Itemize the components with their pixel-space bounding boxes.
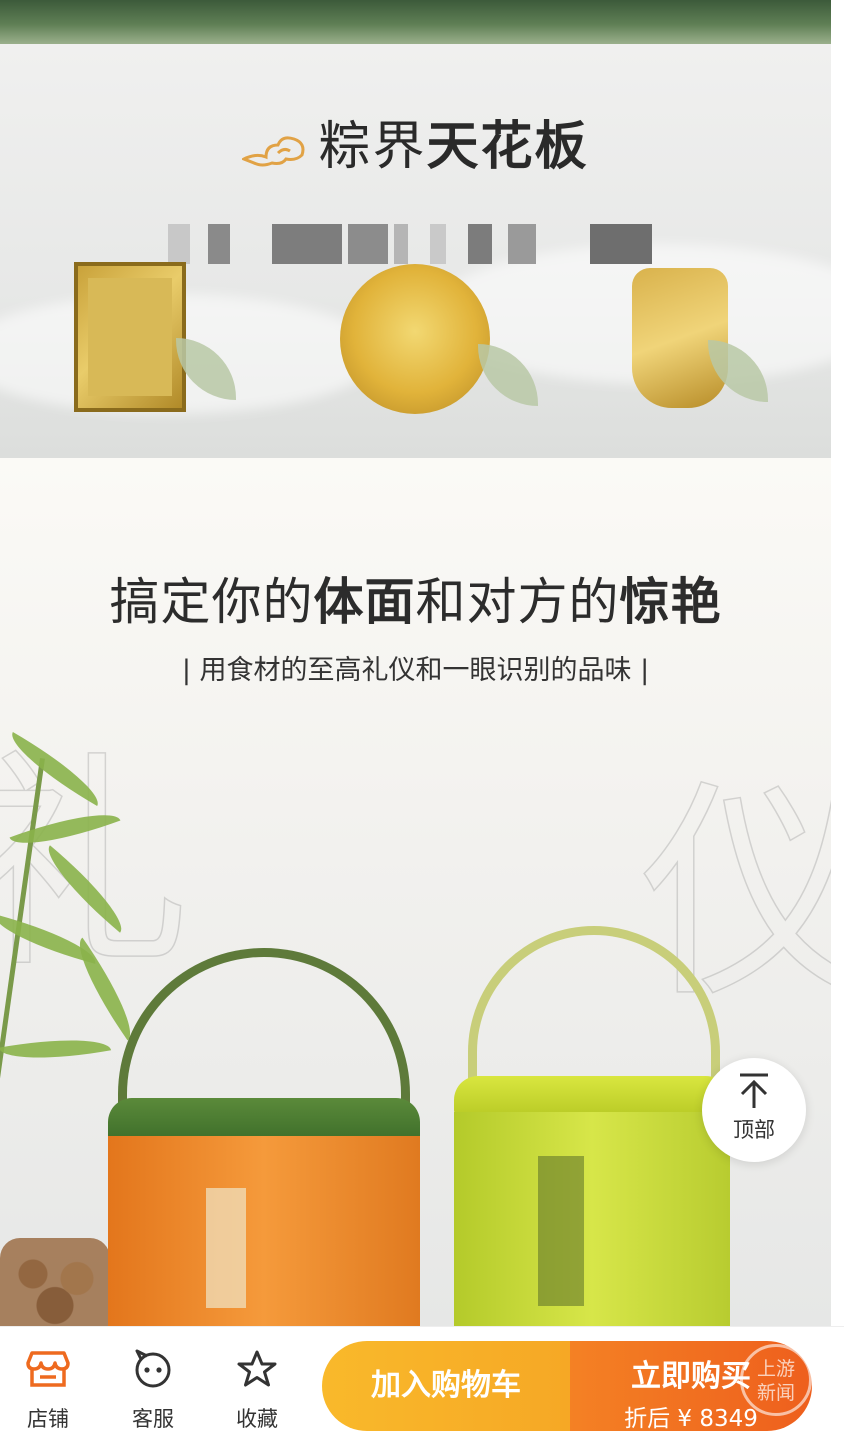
back-to-top-label: 顶部: [733, 1118, 775, 1142]
gift-section: 礼 仪 搞定你的体面和对方的惊艳 | 用食材的至高礼仪和一眼识别的品味 |: [0, 458, 831, 1326]
auspicious-cloud-icon: [242, 136, 305, 167]
arrow-up-icon: [740, 1073, 768, 1108]
bamboo-leaf: [0, 1028, 112, 1070]
bucket-lid: [454, 1076, 730, 1116]
awards-section: 粽界天花板: [0, 44, 831, 458]
store-icon: [26, 1351, 70, 1387]
headline-bold: 体面: [313, 573, 416, 631]
awards-title: 粽界天花板: [0, 104, 831, 179]
award-medal-image: [340, 264, 490, 414]
back-to-top-button[interactable]: 顶部: [702, 1058, 806, 1162]
watermark-line: 新闻: [756, 1382, 795, 1404]
bucket-body: [454, 1112, 730, 1326]
news-watermark-logo: 上游 新闻: [740, 1344, 812, 1416]
tab-customer-service-label: 客服: [132, 1407, 174, 1431]
award-plaque-image: [74, 262, 186, 412]
tab-store[interactable]: 店铺: [13, 1349, 83, 1433]
star-icon: [237, 1350, 277, 1387]
tab-customer-service[interactable]: 客服: [118, 1349, 188, 1433]
gift-subline: | 用食材的至高礼仪和一眼识别的品味 |: [181, 655, 650, 686]
green-gift-bucket-image: [454, 1076, 730, 1326]
gift-headline: 搞定你的体面和对方的惊艳: [0, 562, 831, 634]
pixelated-logo: [538, 1156, 584, 1306]
headline-bold: 惊艳: [619, 573, 722, 631]
awards-title-light: 粽界: [318, 117, 427, 177]
award-crest-image: [632, 268, 728, 408]
tab-favorite-label: 收藏: [236, 1407, 278, 1431]
headline-part: 和对方的: [415, 573, 620, 631]
pixelated-logo: [206, 1188, 246, 1308]
mushroom-basket-image: [0, 1238, 110, 1326]
orange-gift-bucket-image: [108, 1098, 420, 1326]
bottom-action-bar: 店铺 客服 收藏 加入购物车 立即购买 折后 ¥ 8349: [0, 1326, 844, 1440]
tab-favorite[interactable]: 收藏: [222, 1349, 292, 1433]
awards-title-bold: 天花板: [426, 117, 589, 177]
right-gutter: [831, 0, 844, 1326]
watermark-line: 上游: [756, 1358, 795, 1380]
bucket-body: [108, 1136, 420, 1326]
customer-service-icon: [135, 1349, 171, 1388]
add-to-cart-button[interactable]: 加入购物车: [322, 1341, 570, 1431]
headline-part: 搞定你的: [109, 573, 314, 631]
tab-store-label: 店铺: [27, 1407, 69, 1431]
pixelated-text: [168, 224, 652, 264]
top-banner-image: [0, 0, 831, 44]
